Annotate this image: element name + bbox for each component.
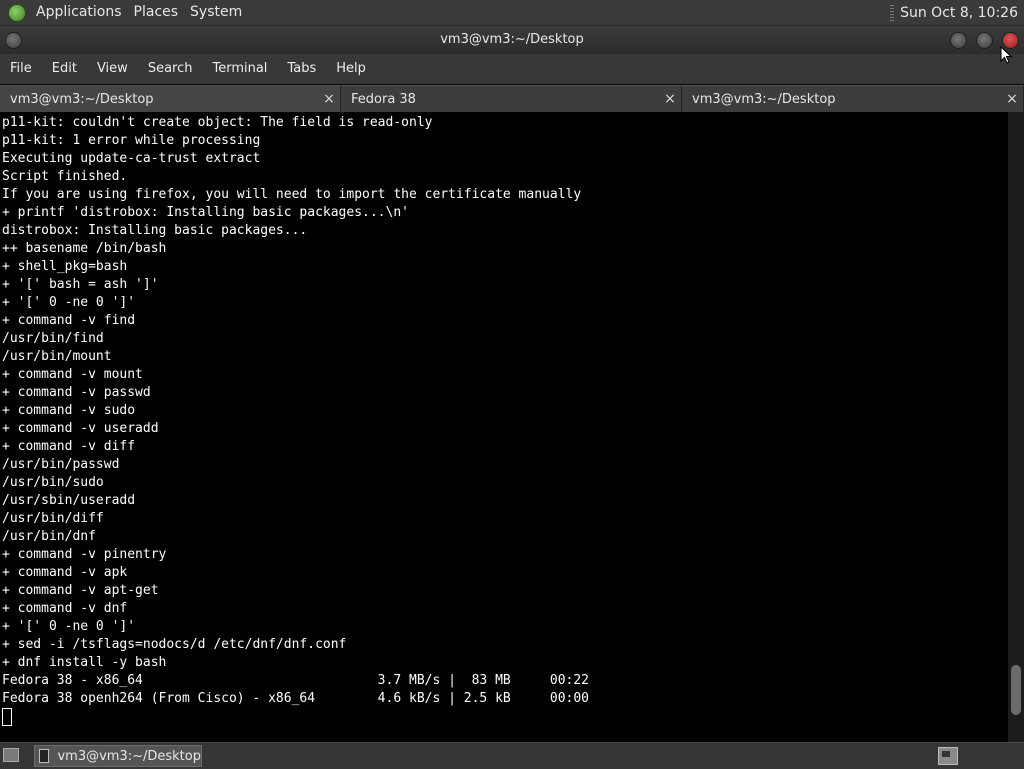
menu-tabs[interactable]: Tabs — [277, 54, 326, 84]
tab-label: Fedora 38 — [351, 92, 416, 107]
menu-system[interactable]: System — [184, 0, 248, 25]
terminal-line: + command -v passwd — [2, 385, 151, 400]
terminal-line: + '[' 0 -ne 0 ']' — [2, 619, 136, 634]
terminal-line: + sed -i /tsflags=nodocs/d /etc/dnf/dnf.… — [2, 637, 347, 652]
workspace-switcher-icon[interactable] — [938, 747, 958, 765]
terminal-line: + command -v sudo — [2, 403, 136, 418]
terminal-line: Fedora 38 openh264 (From Cisco) - x86_64… — [2, 691, 589, 706]
terminal-line: p11-kit: 1 error while processing — [2, 133, 261, 148]
scrollbar-thumb[interactable] — [1011, 665, 1021, 715]
terminal-area[interactable]: p11-kit: couldn't create object: The fie… — [0, 112, 1008, 742]
applications-icon[interactable] — [8, 3, 26, 22]
terminal-line: Fedora 38 - x86_64 3.7 MB/s | 83 MB 00:2… — [2, 673, 589, 688]
menu-edit[interactable]: Edit — [42, 54, 87, 84]
menu-help[interactable]: Help — [326, 54, 376, 84]
terminal-line: p11-kit: couldn't create object: The fie… — [2, 115, 433, 130]
menu-terminal[interactable]: Terminal — [202, 54, 277, 84]
close-icon[interactable]: × — [322, 86, 336, 113]
tab-desktop-1[interactable]: vm3@vm3:~/Desktop × — [0, 85, 341, 112]
terminal-line: + command -v dnf — [2, 601, 128, 616]
terminal-icon — [39, 749, 50, 763]
menu-file[interactable]: File — [0, 54, 42, 84]
terminal-line: + command -v apk — [2, 565, 128, 580]
terminal-line: /usr/bin/mount — [2, 349, 112, 364]
tab-label: vm3@vm3:~/Desktop — [692, 92, 836, 107]
top-panel: Applications Places System Sun Oct 8, 10… — [0, 0, 1024, 26]
clock[interactable]: Sun Oct 8, 10:26 — [900, 5, 1018, 21]
maximize-button[interactable] — [976, 32, 993, 49]
tab-fedora-38[interactable]: Fedora 38 × — [341, 85, 682, 112]
terminal-line: + command -v find — [2, 313, 136, 328]
scrollbar[interactable] — [1008, 112, 1024, 742]
terminal-line: ++ basename /bin/bash — [2, 241, 167, 256]
terminal-line: + '[' 0 -ne 0 ']' — [2, 295, 136, 310]
show-desktop-icon[interactable] — [3, 748, 19, 762]
menubar: File Edit View Search Terminal Tabs Help — [0, 54, 1024, 84]
close-icon[interactable]: × — [663, 86, 677, 113]
terminal-line: Executing update-ca-trust extract — [2, 151, 261, 166]
menu-view[interactable]: View — [87, 54, 138, 84]
terminal-line: /usr/bin/find — [2, 331, 104, 346]
terminal-line: /usr/bin/dnf — [2, 529, 96, 544]
terminal-line: Script finished. — [2, 169, 128, 184]
terminal-line: If you are using firefox, you will need … — [2, 187, 582, 202]
panel-handle-icon[interactable] — [890, 4, 895, 21]
tab-bar: vm3@vm3:~/Desktop × Fedora 38 × vm3@vm3:… — [0, 85, 1024, 112]
minimize-button[interactable] — [950, 32, 967, 49]
terminal-line: + command -v useradd — [2, 421, 159, 436]
taskbar-window-button[interactable]: vm3@vm3:~/Desktop — [34, 745, 202, 767]
terminal-line: + printf 'distrobox: Installing basic pa… — [2, 205, 409, 220]
terminal-line: /usr/sbin/useradd — [2, 493, 136, 508]
terminal-line: /usr/bin/sudo — [2, 475, 104, 490]
tab-desktop-2[interactable]: vm3@vm3:~/Desktop × — [682, 85, 1024, 112]
terminal-line: + shell_pkg=bash — [2, 259, 128, 274]
terminal-output: p11-kit: couldn't create object: The fie… — [0, 112, 1008, 729]
window-title: vm3@vm3:~/Desktop — [440, 32, 584, 47]
window-titlebar[interactable]: vm3@vm3:~/Desktop — [0, 26, 1024, 54]
terminal-line: /usr/bin/diff — [2, 511, 104, 526]
terminal-line: + command -v diff — [2, 439, 136, 454]
close-icon[interactable]: × — [1005, 86, 1019, 113]
terminal-line: /usr/bin/passwd — [2, 457, 120, 472]
terminal-line: + dnf install -y bash — [2, 655, 167, 670]
menu-places[interactable]: Places — [128, 0, 185, 25]
bottom-panel: vm3@vm3:~/Desktop — [0, 742, 1024, 769]
workspace-indicator — [942, 751, 950, 757]
terminal-line: + command -v mount — [2, 367, 143, 382]
menu-search[interactable]: Search — [138, 54, 203, 84]
taskbar-window-label: vm3@vm3:~/Desktop — [57, 748, 201, 764]
terminal-line: + command -v pinentry — [2, 547, 167, 562]
terminal-line: + command -v apt-get — [2, 583, 159, 598]
mouse-pointer-icon — [1000, 46, 1012, 64]
terminal-line: distrobox: Installing basic packages... — [2, 223, 308, 238]
text-cursor — [2, 708, 12, 726]
terminal-prompt-line — [2, 708, 1008, 729]
tab-label: vm3@vm3:~/Desktop — [10, 92, 154, 107]
menu-applications[interactable]: Applications — [30, 0, 128, 25]
terminal-line: + '[' bash = ash ']' — [2, 277, 159, 292]
